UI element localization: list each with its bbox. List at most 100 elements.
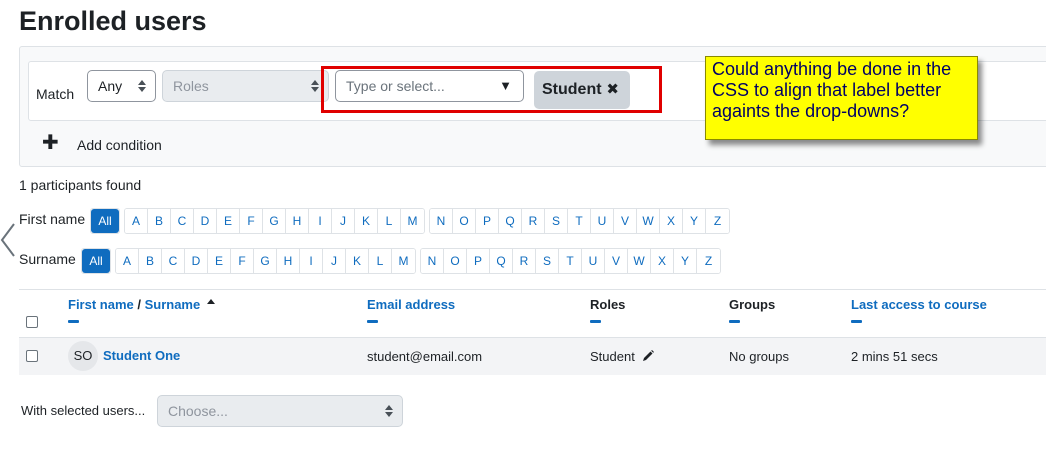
surname-initial-letter[interactable]: D	[185, 249, 208, 273]
first-name-initial-letter[interactable]: H	[286, 209, 309, 233]
sort-ascending-icon	[207, 299, 216, 304]
surname-initial-letter[interactable]: N	[421, 249, 444, 273]
pencil-icon[interactable]	[641, 349, 655, 363]
first-name-initial-letter[interactable]: U	[591, 209, 614, 233]
col-email: Email address	[367, 297, 455, 323]
surname-initial-letter[interactable]: K	[346, 249, 369, 273]
highlight-box	[321, 66, 662, 113]
first-name-initial-letter[interactable]: R	[522, 209, 545, 233]
surname-initial-letter[interactable]: Y	[674, 249, 697, 273]
surname-initial-letter[interactable]: V	[605, 249, 628, 273]
first-name-letter-group: ABCDEFGHIJKLM	[124, 208, 425, 234]
surname-initial-letter[interactable]: M	[392, 249, 415, 273]
surname-initial-letter[interactable]: O	[444, 249, 467, 273]
first-name-initial-letter[interactable]: L	[378, 209, 401, 233]
first-name-initial-letter[interactable]: S	[545, 209, 568, 233]
first-name-initial-letter[interactable]: W	[637, 209, 660, 233]
chevron-left-icon[interactable]	[0, 220, 16, 260]
sort-first-name-link[interactable]: First name	[68, 297, 134, 312]
user-last-access: 2 mins 51 secs	[851, 349, 938, 364]
first-name-initial-letter[interactable]: Z	[706, 209, 729, 233]
first-name-initial-letter[interactable]: X	[660, 209, 683, 233]
select-caret-icon	[385, 404, 393, 418]
add-condition-label: Add condition	[77, 137, 162, 153]
surname-initial-letter[interactable]: T	[559, 249, 582, 273]
surname-initial-letter[interactable]: G	[254, 249, 277, 273]
surname-initial-letter[interactable]: A	[116, 249, 139, 273]
collapse-column-icon[interactable]	[590, 320, 601, 323]
surname-initial-letter[interactable]: J	[323, 249, 346, 273]
first-name-initial-letter[interactable]: V	[614, 209, 637, 233]
first-name-initial-letter[interactable]: K	[355, 209, 378, 233]
surname-initial-letter[interactable]: Z	[697, 249, 720, 273]
surname-initial-letter[interactable]: C	[162, 249, 185, 273]
filter-type-value: Roles	[173, 78, 209, 94]
surname-initial-letter[interactable]: H	[277, 249, 300, 273]
surname-letter-group: ABCDEFGHIJKLM	[115, 248, 416, 274]
match-label: Match	[36, 86, 75, 102]
first-name-initial-all[interactable]: All	[91, 209, 119, 233]
table-row: SO Student One student@email.com Student…	[19, 337, 1046, 375]
surname-initial-all[interactable]: All	[82, 249, 110, 273]
surname-initial-letter[interactable]: X	[651, 249, 674, 273]
first-name-initial-letter[interactable]: T	[568, 209, 591, 233]
filter-type-select[interactable]: Roles	[162, 70, 329, 102]
collapse-column-icon[interactable]	[851, 320, 862, 323]
surname-initial-letter[interactable]: Q	[490, 249, 513, 273]
roles-header: Roles	[590, 297, 626, 312]
user-groups: No groups	[729, 349, 789, 364]
col-name: First name / Surname	[68, 297, 216, 323]
match-select[interactable]: Any	[87, 70, 156, 102]
participants-count: 1 participants found	[19, 177, 142, 193]
sort-email-link[interactable]: Email address	[367, 297, 455, 312]
select-caret-icon	[311, 79, 319, 93]
surname-initial-letter[interactable]: P	[467, 249, 490, 273]
collapse-column-icon[interactable]	[729, 320, 740, 323]
collapse-column-icon[interactable]	[68, 320, 79, 323]
table-header: First name / Surname Email address Roles…	[19, 289, 1046, 337]
first-name-initial-letter[interactable]: J	[332, 209, 355, 233]
surname-initial-letter[interactable]: I	[300, 249, 323, 273]
col-last-access: Last access to course	[851, 297, 987, 323]
sort-surname-link[interactable]: Surname	[145, 297, 201, 312]
first-name-initial-letter[interactable]: D	[194, 209, 217, 233]
sort-last-access-link[interactable]: Last access to course	[851, 297, 987, 312]
first-name-initial-letter[interactable]: F	[240, 209, 263, 233]
surname-initial-letter[interactable]: L	[369, 249, 392, 273]
first-name-initial-letter[interactable]: O	[453, 209, 476, 233]
first-name-all-group: All	[90, 208, 120, 234]
first-name-initial-letter[interactable]: M	[401, 209, 424, 233]
row-select-checkbox[interactable]	[26, 350, 38, 362]
col-roles: Roles	[590, 297, 626, 323]
surname-initial-letter[interactable]: F	[231, 249, 254, 273]
avatar: SO	[68, 341, 98, 371]
first-name-initial-letter[interactable]: N	[430, 209, 453, 233]
first-name-initial-letter[interactable]: G	[263, 209, 286, 233]
groups-header: Groups	[729, 297, 776, 312]
first-name-initial-letter[interactable]: I	[309, 209, 332, 233]
first-name-initial-letter[interactable]: A	[125, 209, 148, 233]
user-name-link[interactable]: Student One	[103, 348, 180, 363]
bulk-actions-label: With selected users...	[21, 403, 146, 418]
annotation-note: Could anything be done in the CSS to ali…	[705, 56, 978, 140]
first-name-initial-letter[interactable]: P	[476, 209, 499, 233]
select-all-checkbox[interactable]	[26, 316, 38, 328]
first-name-letters: All A B C D E F G H I J K L M N O P Q R S T U V W X Y Z	[90, 208, 734, 234]
bulk-actions-placeholder: Choose...	[168, 403, 228, 419]
first-name-initial-letter[interactable]: C	[171, 209, 194, 233]
user-role: Student	[590, 349, 655, 364]
first-name-initial-letter[interactable]: E	[217, 209, 240, 233]
surname-initial-letter[interactable]: S	[536, 249, 559, 273]
first-name-initial-letter[interactable]: B	[148, 209, 171, 233]
user-role-label: Student	[590, 349, 635, 364]
surname-initial-letter[interactable]: E	[208, 249, 231, 273]
surname-initial-letter[interactable]: W	[628, 249, 651, 273]
bulk-actions-select[interactable]: Choose...	[157, 395, 403, 427]
first-name-initials-label: First name	[19, 211, 86, 227]
surname-initial-letter[interactable]: R	[513, 249, 536, 273]
first-name-initial-letter[interactable]: Y	[683, 209, 706, 233]
surname-initial-letter[interactable]: U	[582, 249, 605, 273]
surname-initial-letter[interactable]: B	[139, 249, 162, 273]
first-name-initial-letter[interactable]: Q	[499, 209, 522, 233]
collapse-column-icon[interactable]	[367, 320, 378, 323]
